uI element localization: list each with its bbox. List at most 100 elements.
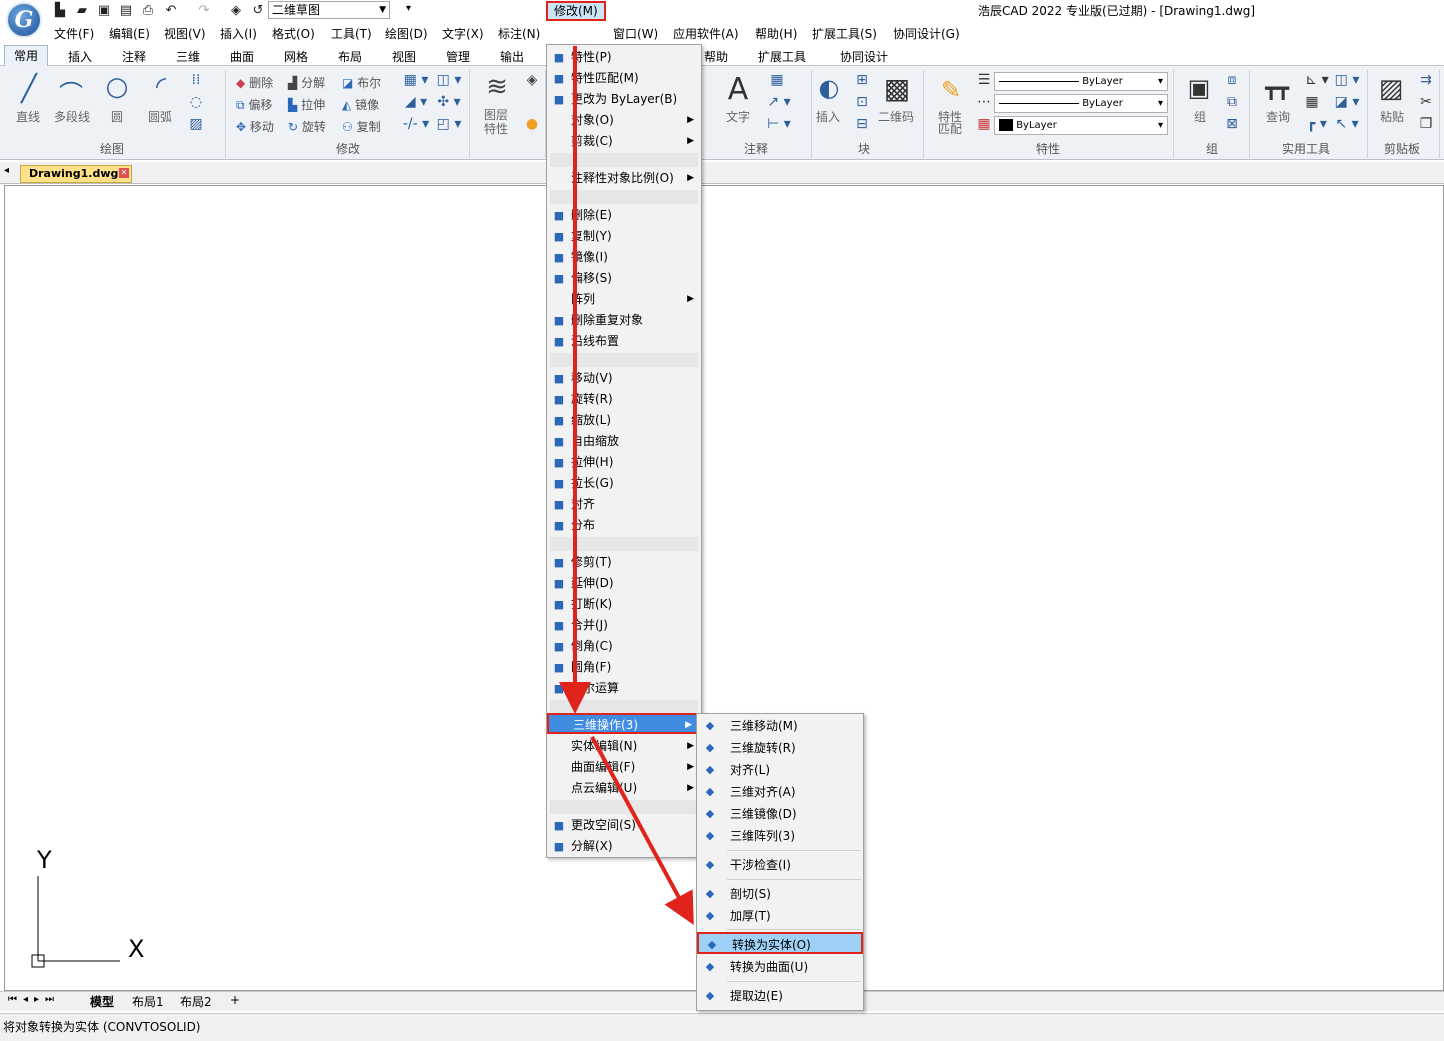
tab-7[interactable]: 视图: [392, 48, 416, 65]
menu-modify[interactable]: 修改(M): [546, 1, 606, 21]
modify-menu-item[interactable]: ■ 延伸(D): [547, 573, 701, 594]
modify-menu-item[interactable]: ■ 特性匹配(M): [547, 68, 701, 89]
ellipse-icon[interactable]: ◌: [186, 94, 206, 110]
modify-menu-item[interactable]: ■ 分布: [547, 515, 701, 536]
layer-light-icon[interactable]: ●: [522, 116, 542, 132]
menu-dim[interactable]: 标注(N): [498, 25, 540, 42]
stretch-button[interactable]: ▙ 拉伸: [288, 96, 325, 113]
ucs-icon[interactable]: ⊾ ▾: [1302, 72, 1332, 88]
query-label[interactable]: 查询: [1266, 108, 1290, 125]
text-label[interactable]: 文字: [726, 108, 750, 125]
modify-menu-item[interactable]: ■ 自由缩放: [547, 431, 701, 452]
menu-window[interactable]: 窗口(W): [613, 25, 658, 42]
tab-home[interactable]: 常用: [4, 45, 48, 67]
paste-icon[interactable]: ▨: [1374, 74, 1408, 104]
modify-menu-item[interactable]: 阵列 ▶: [547, 289, 701, 310]
ungroup-icon[interactable]: ⧈: [1222, 72, 1242, 88]
3d-submenu-item[interactable]: ◆ 提取边(E): [697, 985, 863, 1007]
polyline-icon[interactable]: ⌒: [56, 74, 86, 109]
scale-icon[interactable]: ◫ ▾: [436, 72, 462, 88]
tab-12[interactable]: 协同设计: [840, 48, 888, 65]
menu-help[interactable]: 帮助(H): [755, 25, 797, 42]
3d-submenu-item[interactable]: ◆ 三维阵列(3): [697, 825, 863, 847]
new-file-icon[interactable]: ▙: [52, 3, 68, 18]
tab-11[interactable]: 扩展工具: [758, 48, 806, 65]
layout-tab-2[interactable]: 布局2: [180, 993, 212, 1010]
modify-menu-item[interactable]: ■ 拉长(G): [547, 473, 701, 494]
qrcode-icon[interactable]: ▩: [880, 72, 914, 105]
modify-menu-item[interactable]: ■ 偏移(S): [547, 268, 701, 289]
tab-1[interactable]: 插入: [68, 48, 92, 65]
qrcode-label[interactable]: 二维码: [878, 108, 914, 125]
modify-menu-item[interactable]: ■ 打断(K): [547, 594, 701, 615]
dimension-icon[interactable]: ⊢ ▾: [762, 116, 796, 132]
match-label-2[interactable]: 匹配: [938, 120, 962, 137]
cut-icon[interactable]: ✂: [1416, 94, 1436, 110]
print-icon[interactable]: ⎙: [140, 3, 156, 18]
modify-menu-item[interactable]: ■ 布尔运算: [547, 678, 701, 699]
modify-menu-item[interactable]: ■ 删除(E): [547, 205, 701, 226]
mirror-button[interactable]: ◭ 镜像: [342, 96, 379, 113]
modify-menu-item[interactable]: ■ 圆角(F): [547, 657, 701, 678]
block-create-icon[interactable]: ⊞: [852, 72, 872, 88]
text-icon[interactable]: A: [722, 72, 754, 107]
group-icon[interactable]: ▣: [1184, 74, 1214, 102]
hatch-icon[interactable]: ▨: [186, 116, 206, 132]
menu-format[interactable]: 格式(O): [272, 25, 315, 42]
save-icon[interactable]: ▣: [96, 3, 112, 18]
block-edit-icon[interactable]: ⊡: [852, 94, 872, 110]
layers-icon[interactable]: ◈: [228, 3, 244, 18]
refresh-icon[interactable]: ↺: [250, 3, 266, 18]
redo-icon[interactable]: ↷: [196, 3, 212, 18]
layer-label-2[interactable]: 特性: [484, 120, 508, 137]
insert-block-label[interactable]: 插入: [816, 108, 840, 125]
insert-block-icon[interactable]: ◐: [814, 74, 844, 102]
modify-menu-item[interactable]: ■ 拉伸(H): [547, 452, 701, 473]
save-as-icon[interactable]: ▤: [118, 3, 134, 18]
menu-insert[interactable]: 插入(I): [220, 25, 257, 42]
group-select-icon[interactable]: ⊠: [1222, 116, 1242, 132]
copy-clip-icon[interactable]: ⇉: [1416, 72, 1436, 88]
modify-menu-item[interactable]: ■ 特性(P): [547, 47, 701, 68]
delete-button[interactable]: ◆ 删除: [236, 74, 273, 91]
group-create-label[interactable]: 组: [1194, 108, 1206, 125]
explode-button[interactable]: ▟ 分解: [288, 74, 325, 91]
close-icon[interactable]: ✕: [119, 168, 129, 178]
menu-view[interactable]: 视图(V): [164, 25, 206, 42]
modify-menu-item[interactable]: ■ 删除重复对象: [547, 310, 701, 331]
break-icon[interactable]: ◰ ▾: [436, 116, 462, 132]
offset-button[interactable]: ⧉ 偏移: [236, 96, 272, 113]
linetype-combo[interactable]: ByLayer ▾: [994, 94, 1168, 113]
3d-submenu-item[interactable]: ◆ 三维对齐(A): [697, 781, 863, 803]
clipboard-copy-icon[interactable]: ◪ ▾: [1332, 94, 1362, 110]
block-attr-icon[interactable]: ⊟: [852, 116, 872, 132]
array-icon[interactable]: ▦ ▾: [396, 72, 436, 88]
modify-menu-item[interactable]: ■ 分解(X): [547, 836, 701, 857]
table-icon[interactable]: ▦: [762, 72, 792, 88]
workspace-select[interactable]: 二维草图 ▼: [268, 1, 390, 19]
modify-menu-item[interactable]: 曲面编辑(F) ▶: [547, 757, 701, 778]
menu-file[interactable]: 文件(F): [54, 25, 94, 42]
arc-label[interactable]: 圆弧: [148, 108, 172, 125]
tab-9[interactable]: 输出: [500, 48, 524, 65]
rotate-button[interactable]: ↻ 旋转: [288, 118, 326, 135]
calculator-icon[interactable]: ▦: [1302, 94, 1322, 110]
color-combo[interactable]: ByLayer ▾: [994, 116, 1168, 135]
modify-menu-item[interactable]: ■ 倒角(C): [547, 636, 701, 657]
modify-menu-item[interactable]: 实体编辑(N) ▶: [547, 736, 701, 757]
quick-select-icon[interactable]: ┏ ▾: [1302, 116, 1332, 132]
line-icon[interactable]: ╱: [14, 74, 44, 104]
menu-draw[interactable]: 绘图(D): [385, 25, 428, 42]
3d-submenu-item[interactable]: ◆ 三维镜像(D): [697, 803, 863, 825]
layout-tab-1[interactable]: 布局1: [132, 993, 164, 1010]
paste-label[interactable]: 粘贴: [1380, 108, 1404, 125]
tab-2[interactable]: 注释: [122, 48, 146, 65]
copy-properties-icon[interactable]: ◫ ▾: [1332, 72, 1362, 88]
line-label[interactable]: 直线: [16, 108, 40, 125]
measure-icon[interactable]: ┳┳: [1262, 76, 1292, 100]
3d-submenu-item[interactable]: ◆ 转换为实体(O): [697, 932, 863, 954]
layer-properties-icon[interactable]: ≋: [480, 72, 514, 102]
3d-submenu-item[interactable]: ◆ 加厚(T): [697, 905, 863, 927]
modify-menu-item[interactable]: ■ 对齐: [547, 494, 701, 515]
trim-icon[interactable]: -/- ▾: [396, 116, 436, 132]
